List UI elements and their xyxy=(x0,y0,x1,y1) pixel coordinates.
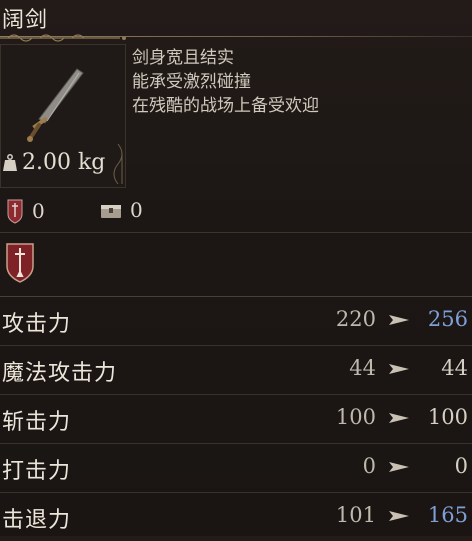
weight-display: 2.00 kg xyxy=(2,150,105,175)
description-line: 在残酷的战场上备受欢迎 xyxy=(132,96,319,116)
chest-icon xyxy=(101,205,121,218)
count-value: 0 xyxy=(130,198,143,222)
arrow-right-icon xyxy=(389,511,409,521)
stat-current: 44 xyxy=(349,356,376,380)
count-value: 0 xyxy=(32,199,45,223)
stat-current: 101 xyxy=(335,503,376,527)
count-crest: 0 xyxy=(6,198,45,224)
stat-new: 256 xyxy=(427,307,468,331)
arrow-right-icon xyxy=(389,364,409,374)
stat-row: 斩击力 100 100 xyxy=(0,394,472,443)
stats-table: 攻击力 220 256 魔法攻击力 44 44 斩击力 100 100 打击力 … xyxy=(0,296,472,541)
stat-new: 0 xyxy=(454,454,468,478)
stat-row: 魔法攻击力 44 44 xyxy=(0,345,472,394)
arrow-right-icon xyxy=(389,413,409,423)
description-line: 剑身宽且结实 xyxy=(132,48,234,68)
stat-row: 击退力 101 165 xyxy=(0,492,472,541)
stat-row: 打击力 0 0 xyxy=(0,443,472,492)
stat-current: 0 xyxy=(362,454,376,478)
arrow-right-icon xyxy=(389,315,409,325)
stat-label: 魔法攻击力 xyxy=(2,361,118,386)
stat-label: 斩击力 xyxy=(2,410,72,435)
counts-row: 0 0 xyxy=(0,194,472,224)
stat-new: 100 xyxy=(427,405,468,429)
description-line: 能承受激烈碰撞 xyxy=(132,72,251,92)
weight-icon xyxy=(3,153,17,171)
stat-row: 攻击力 220 256 xyxy=(0,296,472,345)
stat-current: 100 xyxy=(335,405,376,429)
red-crest-icon xyxy=(7,199,23,224)
count-chest: 0 xyxy=(100,198,143,222)
title-bar: 阔剑 xyxy=(0,0,472,42)
stat-new: 165 xyxy=(427,503,468,527)
stat-new: 44 xyxy=(441,356,468,380)
stat-label: 击退力 xyxy=(2,508,72,533)
stat-current: 220 xyxy=(335,307,376,331)
arrow-right-icon xyxy=(389,462,409,472)
divider xyxy=(0,232,472,233)
weight-value: 2.00 kg xyxy=(22,150,106,175)
stat-label: 攻击力 xyxy=(2,312,72,337)
item-description: 剑身宽且结实 能承受激烈碰撞 在残酷的战场上备受欢迎 xyxy=(132,46,319,118)
title-underline xyxy=(0,36,472,37)
sword-emblem-icon xyxy=(6,243,34,283)
stat-label: 打击力 xyxy=(2,459,72,484)
